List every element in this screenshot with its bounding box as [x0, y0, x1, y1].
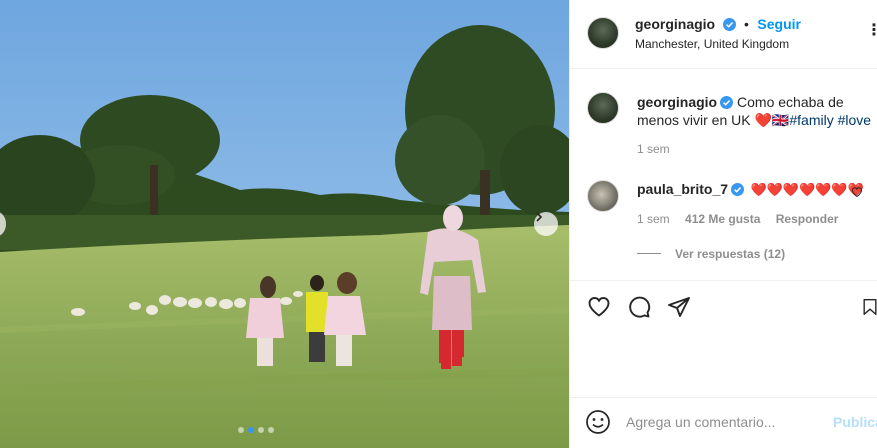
view-replies[interactable]: Ver respuestas (12)	[637, 245, 785, 263]
carousel-dot-active	[248, 427, 254, 433]
share-icon	[668, 297, 690, 317]
caption-time[interactable]: 1 sem	[637, 142, 670, 156]
caption-text-line2: menos vivir en UK	[637, 112, 751, 128]
emoji-button[interactable]	[585, 409, 611, 435]
comment-time[interactable]: 1 sem	[637, 212, 670, 226]
more-options-button[interactable]: ⋮	[866, 20, 877, 40]
caption-text-line1: Como echaba de	[737, 94, 844, 110]
carousel-indicator	[238, 427, 274, 433]
post-actions	[570, 280, 877, 318]
caption-avatar[interactable]	[587, 92, 619, 124]
carousel-dot	[238, 427, 244, 433]
post-side-panel: georginagio • Seguir Manchester, United …	[569, 0, 877, 448]
emoji-icon	[586, 410, 610, 434]
view-replies-label[interactable]: Ver respuestas (12)	[675, 247, 785, 261]
comment: paula_brito_7 ❤️❤️❤️❤️❤️❤️❤️	[637, 181, 864, 199]
post-photo[interactable]	[0, 0, 569, 448]
share-button[interactable]	[666, 294, 692, 320]
post-comment-button[interactable]: Publica	[833, 414, 877, 430]
chevron-right-icon	[536, 212, 543, 222]
photo-scene	[0, 0, 569, 448]
comment-input[interactable]	[626, 410, 826, 434]
caption-emoji: ❤️🇬🇧	[754, 112, 790, 128]
carousel-dot	[258, 427, 264, 433]
like-button[interactable]	[586, 294, 612, 320]
caption-hashtags[interactable]: #family #love	[789, 112, 871, 128]
verified-icon	[722, 18, 736, 31]
follow-button[interactable]: Seguir	[757, 16, 801, 32]
author-avatar[interactable]	[587, 17, 619, 49]
view-replies-line	[637, 253, 661, 255]
heart-icon	[588, 297, 610, 317]
comment-username[interactable]: paula_brito_7	[637, 181, 728, 197]
comment-button[interactable]	[626, 294, 652, 320]
caption-username[interactable]: georginagio	[637, 94, 717, 110]
carousel-dot	[268, 427, 274, 433]
reply-button[interactable]: Responder	[776, 212, 839, 226]
save-button[interactable]	[862, 294, 877, 320]
commenter-avatar[interactable]	[587, 180, 619, 212]
comment-text: ❤️❤️❤️❤️❤️❤️❤️	[750, 182, 864, 197]
comment-box: Publica	[570, 397, 877, 448]
author-username[interactable]: georginagio	[635, 16, 715, 32]
next-slide-button[interactable]	[534, 212, 558, 236]
comment-meta: 1 sem 412 Me gusta Responder	[637, 212, 838, 226]
bookmark-icon	[863, 299, 877, 315]
post-header: georginagio • Seguir Manchester, United …	[570, 0, 877, 69]
verified-icon	[720, 96, 734, 109]
comment-likes[interactable]: 412 Me gusta	[685, 212, 760, 226]
comment-heart-icon[interactable]	[851, 186, 863, 198]
comment-icon	[629, 296, 651, 318]
post-location[interactable]: Manchester, United Kingdom	[635, 37, 789, 51]
verified-icon	[731, 183, 745, 196]
separator-dot: •	[744, 16, 749, 32]
caption: georginagio Como echaba de menos vivir e…	[637, 93, 877, 129]
